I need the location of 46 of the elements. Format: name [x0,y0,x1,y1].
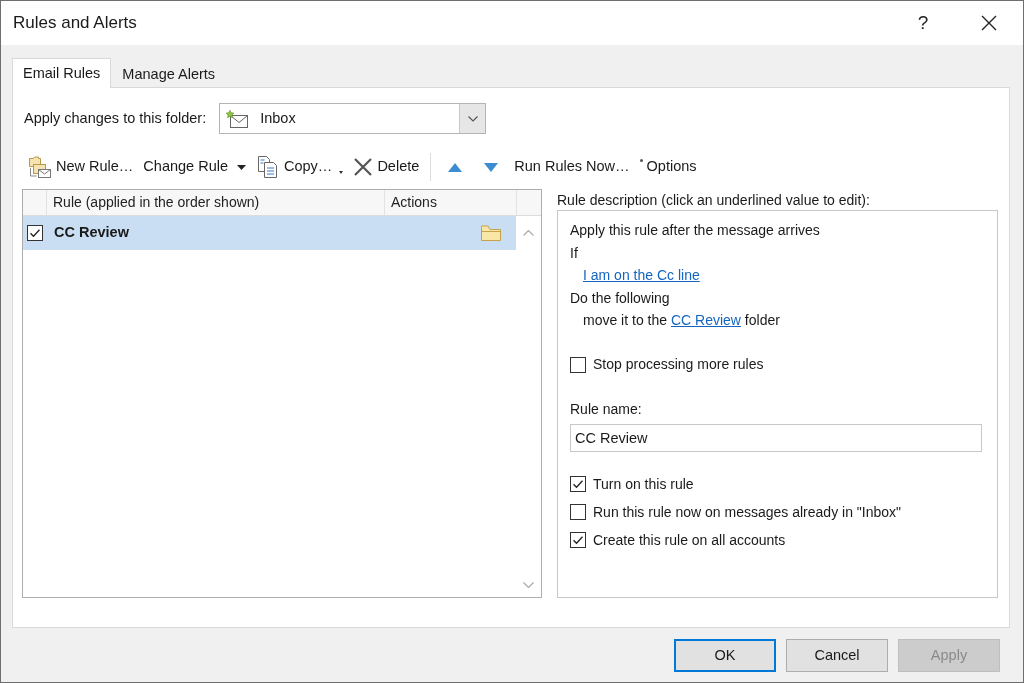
condition-link[interactable]: I am on the Cc line [583,267,700,283]
rule-name-field[interactable]: CC Review [570,424,982,452]
folder-link[interactable]: CC Review [670,312,741,328]
column-header[interactable]: Actions [385,190,517,215]
column-header[interactable]: Rule (applied in the order shown) [47,190,385,215]
action-text: move it to the CC Review folder [583,311,781,330]
options-button[interactable]: Options [638,153,698,181]
folder-icon [480,224,502,242]
folder-envelope-icon [28,155,52,179]
cross-icon [353,157,374,177]
checkbox-label[interactable]: Run this rule now on messages already in "Inbox" [593,501,901,523]
folder-label: Apply changes to this folder: [24,108,207,128]
new-rule-button[interactable]: New Rule… [27,153,135,181]
checkbox-label[interactable]: Create this rule on all accounts [593,529,786,551]
checkbox-label[interactable]: Stop processing more rules [593,354,764,375]
triangle-down-icon [484,162,499,172]
dialog-button[interactable]: OK [674,639,776,672]
checkbox-label[interactable]: Turn on this rule [593,473,694,495]
dot-icon [639,159,643,162]
dialog-button[interactable]: Cancel [786,639,888,672]
copy-button[interactable]: Copy… [255,153,345,181]
description-text: Apply this rule after the message arrives [570,221,821,240]
checkbox[interactable] [570,504,586,520]
chevron-down-icon[interactable] [467,115,478,122]
documents-icon [256,155,280,179]
description-text: If [570,243,579,263]
run-rules-button[interactable]: Run Rules Now… [513,153,631,181]
description-text: Do the following [570,288,671,308]
help-button[interactable]: ? [908,3,938,43]
window-title: Rules and Alerts [13,12,137,35]
close-icon[interactable] [981,15,997,31]
checkbox[interactable] [27,225,43,241]
checkbox[interactable] [570,476,586,492]
delete-button[interactable]: Delete [352,153,421,181]
folder-dropdown[interactable]: Inbox [219,103,487,134]
rule-name: CC Review [53,223,130,243]
checkbox[interactable] [570,532,586,548]
change-rule-button[interactable]: Change Rule [142,153,247,181]
triangle-up-icon [448,162,463,172]
envelope-icon [226,109,249,128]
rule-name-label: Rule name: [570,399,643,419]
rule-row[interactable]: CC Review [23,216,516,250]
description-heading: Rule description (click an underlined value to edit): [557,191,871,210]
tab[interactable]: Email Rules [12,58,112,88]
tab[interactable]: Manage Alerts [111,60,227,87]
checkbox[interactable] [570,356,586,373]
